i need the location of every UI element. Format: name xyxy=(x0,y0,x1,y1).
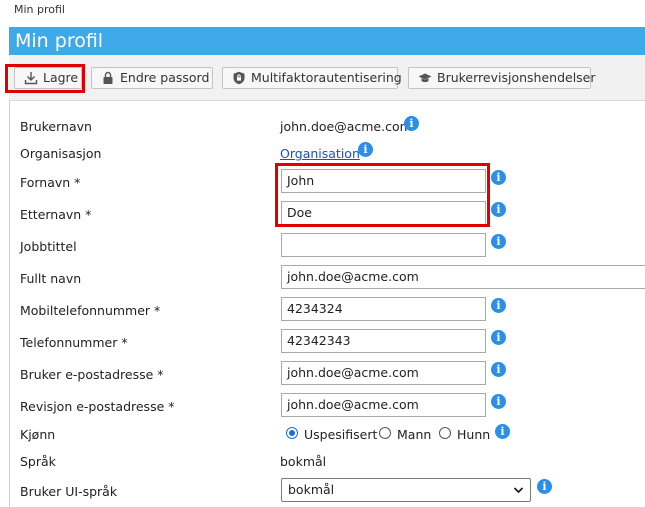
organization-link[interactable]: Organisation xyxy=(280,146,360,161)
gender-option-female: Hunn xyxy=(457,427,491,442)
gender-label: Kjønn xyxy=(20,427,56,442)
audit-email-label: Revisjon e-postadresse * xyxy=(20,399,175,414)
info-icon[interactable]: i xyxy=(537,479,552,494)
info-icon[interactable]: i xyxy=(491,298,506,313)
gender-radio-female[interactable] xyxy=(439,427,451,439)
info-icon[interactable]: i xyxy=(491,234,506,249)
info-icon[interactable]: i xyxy=(404,116,419,131)
change-password-label: Endre passord xyxy=(120,70,210,85)
ui-language-selected: bokmål xyxy=(288,482,335,497)
shield-lock-icon xyxy=(233,71,245,85)
name-fields-highlight-box xyxy=(275,163,490,227)
info-icon[interactable]: i xyxy=(491,170,506,185)
gender-option-unspecified: Uspesifisert xyxy=(304,427,378,442)
username-label: Brukernavn xyxy=(20,119,92,134)
phone-label: Telefonnummer * xyxy=(20,335,128,350)
graduation-cap-icon xyxy=(418,73,432,83)
user-email-input[interactable]: john.doe@acme.com xyxy=(281,361,486,385)
gender-radio-male[interactable] xyxy=(379,427,391,439)
job-title-label: Jobbtittel xyxy=(20,239,77,254)
ui-language-label: Bruker UI-språk xyxy=(20,484,118,499)
breadcrumb: Min profil xyxy=(14,3,65,16)
phone-input[interactable]: 42342343 xyxy=(281,329,486,353)
full-name-input[interactable]: john.doe@acme.com xyxy=(281,265,645,289)
username-value: john.doe@acme.com xyxy=(280,119,412,134)
first-name-label: Fornavn * xyxy=(20,175,81,190)
change-password-button[interactable]: Endre passord xyxy=(91,67,213,89)
language-label: Språk xyxy=(20,454,56,469)
chevron-down-icon xyxy=(513,480,524,507)
gender-radio-unspecified[interactable] xyxy=(286,427,298,439)
ui-language-select[interactable]: bokmål xyxy=(281,478,531,502)
audit-email-input[interactable]: john.doe@acme.com xyxy=(281,393,486,417)
save-highlight-box xyxy=(5,64,85,93)
info-icon[interactable]: i xyxy=(491,362,506,377)
info-icon[interactable]: i xyxy=(491,330,506,345)
info-icon[interactable]: i xyxy=(491,394,506,409)
info-icon[interactable]: i xyxy=(491,202,506,217)
job-title-input[interactable] xyxy=(281,233,486,257)
full-name-label: Fullt navn xyxy=(20,271,82,286)
organization-label: Organisasjon xyxy=(20,146,102,161)
profile-form: Brukernavn john.doe@acme.com i Organisas… xyxy=(9,101,645,507)
toolbar: Lagre Endre passord Multifaktorautentise… xyxy=(9,55,645,101)
mfa-button[interactable]: Multifaktorautentisering xyxy=(222,67,402,89)
page-title: Min profil xyxy=(9,27,645,55)
audit-events-label: Brukerrevisjonshendelser xyxy=(437,70,596,85)
user-email-label: Bruker e-postadresse * xyxy=(20,367,164,382)
mobile-label: Mobiltelefonnummer * xyxy=(20,303,161,318)
last-name-label: Etternavn * xyxy=(20,207,92,222)
lock-icon xyxy=(103,71,113,84)
mobile-input[interactable]: 4234324 xyxy=(281,297,486,321)
gender-option-male: Mann xyxy=(397,427,432,442)
info-icon[interactable]: i xyxy=(358,142,373,157)
user-audit-events-button[interactable]: Brukerrevisjonshendelser xyxy=(408,67,596,89)
info-icon[interactable]: i xyxy=(495,424,510,439)
mfa-label: Multifaktorautentisering xyxy=(251,70,402,85)
language-value: bokmål xyxy=(280,454,327,469)
